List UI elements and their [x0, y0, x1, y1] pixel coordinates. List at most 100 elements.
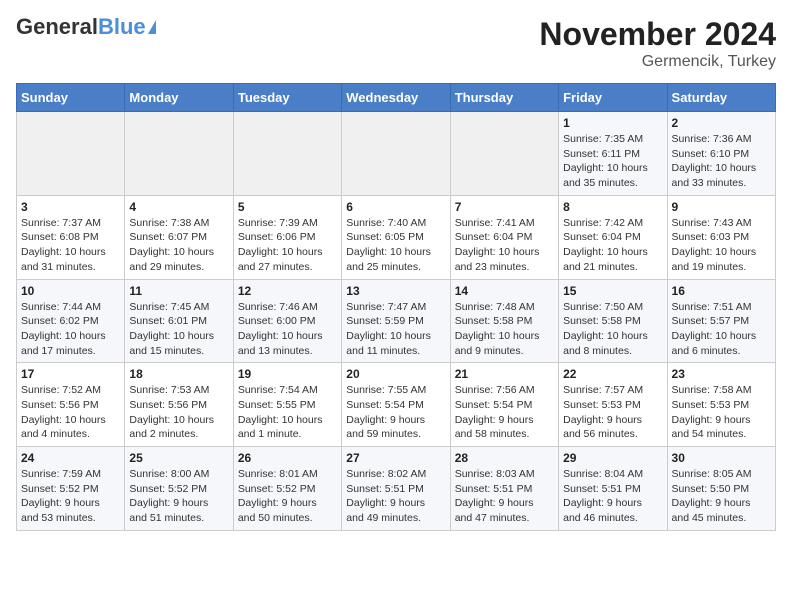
calendar-cell: 30 Sunrise: 8:05 AM Sunset: 5:50 PM Dayli…: [667, 447, 775, 531]
day-number: 1: [563, 116, 662, 130]
weekday-header-sunday: Sunday: [17, 84, 125, 112]
day-info: Sunrise: 7:43 AM Sunset: 6:03 PM Dayligh…: [672, 216, 771, 275]
calendar-week-4: 17 Sunrise: 7:52 AM Sunset: 5:56 PM Dayli…: [17, 363, 776, 447]
calendar-body: 1 Sunrise: 7:35 AM Sunset: 6:11 PM Daylig…: [17, 112, 776, 531]
calendar-cell: 21Sunrise: 7:56 AM Sunset: 5:54 PM Dayli…: [450, 363, 558, 447]
day-info: Sunrise: 7:54 AM Sunset: 5:55 PM Dayligh…: [238, 383, 337, 442]
logo: GeneralBlue: [16, 16, 156, 38]
day-number: 8: [563, 200, 662, 214]
calendar-cell: 17 Sunrise: 7:52 AM Sunset: 5:56 PM Dayli…: [17, 363, 125, 447]
day-number: 28: [455, 451, 554, 465]
calendar-cell: 7 Sunrise: 7:41 AM Sunset: 6:04 PM Daylig…: [450, 195, 558, 279]
calendar-week-1: 1 Sunrise: 7:35 AM Sunset: 6:11 PM Daylig…: [17, 112, 776, 196]
weekday-header-tuesday: Tuesday: [233, 84, 341, 112]
day-number: 29: [563, 451, 662, 465]
day-info: Sunrise: 7:48 AM Sunset: 5:58 PM Dayligh…: [455, 300, 554, 359]
day-number: 18: [129, 367, 228, 381]
calendar-cell: 29Sunrise: 8:04 AM Sunset: 5:51 PM Dayli…: [559, 447, 667, 531]
calendar-cell: 15Sunrise: 7:50 AM Sunset: 5:58 PM Dayli…: [559, 279, 667, 363]
day-number: 3: [21, 200, 120, 214]
day-number: 2: [672, 116, 771, 130]
calendar-cell: [17, 112, 125, 196]
day-info: Sunrise: 7:39 AM Sunset: 6:06 PM Dayligh…: [238, 216, 337, 275]
calendar-title: November 2024: [539, 16, 776, 53]
day-number: 22: [563, 367, 662, 381]
day-number: 19: [238, 367, 337, 381]
title-block: November 2024 Germencik, Turkey: [539, 16, 776, 71]
day-info: Sunrise: 7:52 AM Sunset: 5:56 PM Dayligh…: [21, 383, 120, 442]
day-number: 17: [21, 367, 120, 381]
weekday-header-monday: Monday: [125, 84, 233, 112]
day-number: 20: [346, 367, 445, 381]
day-number: 24: [21, 451, 120, 465]
logo-text: GeneralBlue: [16, 16, 146, 38]
calendar-cell: 22 Sunrise: 7:57 AM Sunset: 5:53 PM Dayli…: [559, 363, 667, 447]
day-info: Sunrise: 7:41 AM Sunset: 6:04 PM Dayligh…: [455, 216, 554, 275]
day-number: 13: [346, 284, 445, 298]
day-info: Sunrise: 7:45 AM Sunset: 6:01 PM Dayligh…: [129, 300, 228, 359]
day-info: Sunrise: 7:44 AM Sunset: 6:02 PM Dayligh…: [21, 300, 120, 359]
day-info: Sunrise: 7:55 AM Sunset: 5:54 PM Dayligh…: [346, 383, 445, 442]
day-info: Sunrise: 8:00 AM Sunset: 5:52 PM Dayligh…: [129, 467, 228, 526]
calendar-cell: 19 Sunrise: 7:54 AM Sunset: 5:55 PM Dayli…: [233, 363, 341, 447]
weekday-header-row: SundayMondayTuesdayWednesdayThursdayFrid…: [17, 84, 776, 112]
day-info: Sunrise: 7:58 AM Sunset: 5:53 PM Dayligh…: [672, 383, 771, 442]
calendar-cell: [450, 112, 558, 196]
day-number: 14: [455, 284, 554, 298]
calendar-cell: 16 Sunrise: 7:51 AM Sunset: 5:57 PM Dayli…: [667, 279, 775, 363]
day-info: Sunrise: 8:05 AM Sunset: 5:50 PM Dayligh…: [672, 467, 771, 526]
day-info: Sunrise: 7:56 AM Sunset: 5:54 PM Dayligh…: [455, 383, 554, 442]
calendar-subtitle: Germencik, Turkey: [539, 53, 776, 71]
day-number: 4: [129, 200, 228, 214]
calendar-cell: 6Sunrise: 7:40 AM Sunset: 6:05 PM Daylig…: [342, 195, 450, 279]
calendar-cell: 28Sunrise: 8:03 AM Sunset: 5:51 PM Dayli…: [450, 447, 558, 531]
calendar-cell: 4 Sunrise: 7:38 AM Sunset: 6:07 PM Daylig…: [125, 195, 233, 279]
day-number: 25: [129, 451, 228, 465]
calendar-cell: 10 Sunrise: 7:44 AM Sunset: 6:02 PM Dayli…: [17, 279, 125, 363]
day-info: Sunrise: 8:01 AM Sunset: 5:52 PM Dayligh…: [238, 467, 337, 526]
day-number: 16: [672, 284, 771, 298]
day-number: 12: [238, 284, 337, 298]
calendar-cell: 27 Sunrise: 8:02 AM Sunset: 5:51 PM Dayli…: [342, 447, 450, 531]
calendar-cell: 8 Sunrise: 7:42 AM Sunset: 6:04 PM Daylig…: [559, 195, 667, 279]
weekday-header-wednesday: Wednesday: [342, 84, 450, 112]
calendar-cell: 25 Sunrise: 8:00 AM Sunset: 5:52 PM Dayli…: [125, 447, 233, 531]
calendar-cell: 18 Sunrise: 7:53 AM Sunset: 5:56 PM Dayli…: [125, 363, 233, 447]
day-info: Sunrise: 7:51 AM Sunset: 5:57 PM Dayligh…: [672, 300, 771, 359]
day-info: Sunrise: 7:42 AM Sunset: 6:04 PM Dayligh…: [563, 216, 662, 275]
calendar-cell: 3 Sunrise: 7:37 AM Sunset: 6:08 PM Daylig…: [17, 195, 125, 279]
calendar-cell: 5 Sunrise: 7:39 AM Sunset: 6:06 PM Daylig…: [233, 195, 341, 279]
calendar-week-3: 10 Sunrise: 7:44 AM Sunset: 6:02 PM Dayli…: [17, 279, 776, 363]
weekday-header-thursday: Thursday: [450, 84, 558, 112]
calendar-week-2: 3 Sunrise: 7:37 AM Sunset: 6:08 PM Daylig…: [17, 195, 776, 279]
day-number: 30: [672, 451, 771, 465]
day-number: 10: [21, 284, 120, 298]
calendar-cell: 20 Sunrise: 7:55 AM Sunset: 5:54 PM Dayli…: [342, 363, 450, 447]
day-info: Sunrise: 7:36 AM Sunset: 6:10 PM Dayligh…: [672, 132, 771, 191]
calendar-cell: [233, 112, 341, 196]
day-info: Sunrise: 7:50 AM Sunset: 5:58 PM Dayligh…: [563, 300, 662, 359]
day-info: Sunrise: 8:02 AM Sunset: 5:51 PM Dayligh…: [346, 467, 445, 526]
day-number: 23: [672, 367, 771, 381]
weekday-header-friday: Friday: [559, 84, 667, 112]
day-number: 5: [238, 200, 337, 214]
calendar-cell: 13Sunrise: 7:47 AM Sunset: 5:59 PM Dayli…: [342, 279, 450, 363]
day-number: 7: [455, 200, 554, 214]
day-info: Sunrise: 7:37 AM Sunset: 6:08 PM Dayligh…: [21, 216, 120, 275]
weekday-header-saturday: Saturday: [667, 84, 775, 112]
day-info: Sunrise: 7:57 AM Sunset: 5:53 PM Dayligh…: [563, 383, 662, 442]
calendar-week-5: 24Sunrise: 7:59 AM Sunset: 5:52 PM Dayli…: [17, 447, 776, 531]
day-number: 26: [238, 451, 337, 465]
calendar-cell: 24Sunrise: 7:59 AM Sunset: 5:52 PM Dayli…: [17, 447, 125, 531]
day-info: Sunrise: 7:53 AM Sunset: 5:56 PM Dayligh…: [129, 383, 228, 442]
day-number: 27: [346, 451, 445, 465]
day-info: Sunrise: 7:46 AM Sunset: 6:00 PM Dayligh…: [238, 300, 337, 359]
day-info: Sunrise: 7:38 AM Sunset: 6:07 PM Dayligh…: [129, 216, 228, 275]
calendar-cell: 9Sunrise: 7:43 AM Sunset: 6:03 PM Daylig…: [667, 195, 775, 279]
day-info: Sunrise: 7:40 AM Sunset: 6:05 PM Dayligh…: [346, 216, 445, 275]
calendar-cell: 26 Sunrise: 8:01 AM Sunset: 5:52 PM Dayli…: [233, 447, 341, 531]
day-info: Sunrise: 7:35 AM Sunset: 6:11 PM Dayligh…: [563, 132, 662, 191]
calendar-table: SundayMondayTuesdayWednesdayThursdayFrid…: [16, 83, 776, 531]
calendar-cell: [125, 112, 233, 196]
logo-triangle-icon: [148, 20, 156, 34]
